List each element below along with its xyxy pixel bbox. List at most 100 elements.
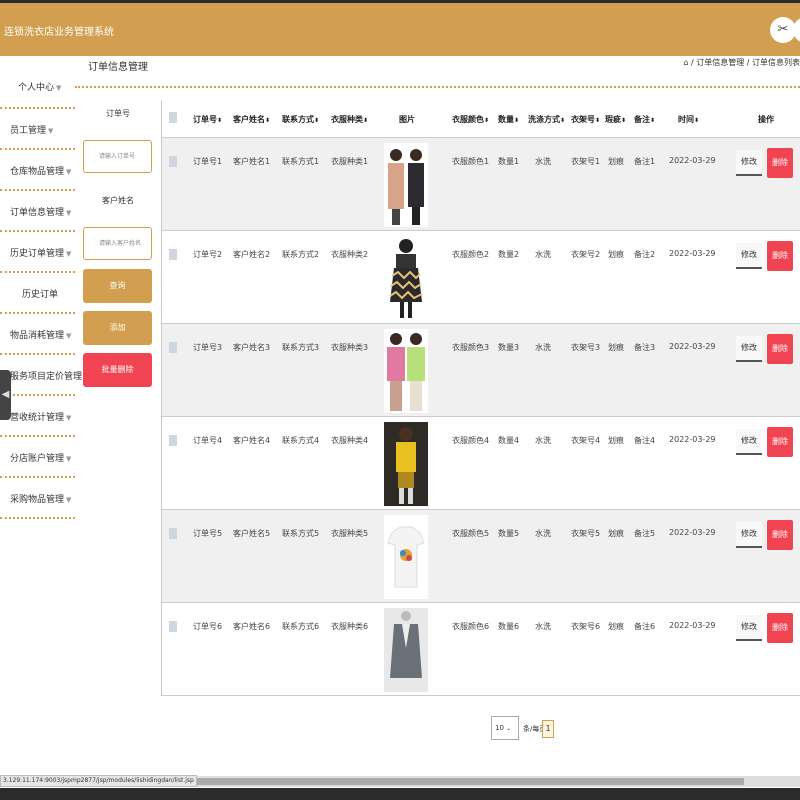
- sidebar-item-label: 分店账户管理: [10, 454, 65, 464]
- sort-icon[interactable]: ⬍: [560, 117, 565, 124]
- sort-icon[interactable]: ⬍: [484, 117, 489, 124]
- scrollbar-thumb[interactable]: [158, 778, 744, 785]
- delete-button[interactable]: 删除: [767, 334, 793, 364]
- user-icon[interactable]: ♙: [793, 17, 800, 43]
- row-checkbox[interactable]: [169, 156, 177, 167]
- sort-icon[interactable]: ⬍: [314, 117, 319, 124]
- sort-icon[interactable]: ⬍: [621, 117, 626, 124]
- row-checkbox[interactable]: [169, 621, 177, 632]
- edit-button[interactable]: 修改: [736, 243, 762, 269]
- order-search-input[interactable]: 请输入订单号: [83, 140, 152, 173]
- edit-button[interactable]: 修改: [736, 150, 762, 176]
- sidebar-item[interactable]: 服务项目定价管理▼: [0, 355, 89, 396]
- column-header-label: 衣服种类: [331, 115, 363, 124]
- sidebar-item[interactable]: 员工管理 ▼: [0, 109, 75, 150]
- column-header[interactable]: 订单号⬍: [193, 114, 222, 125]
- column-header[interactable]: 客户姓名⬍: [233, 114, 270, 125]
- breadcrumb: ⌂ / 订单信息管理 / 订单信息列表: [683, 57, 800, 68]
- row-checkbox[interactable]: [169, 435, 177, 446]
- sort-icon[interactable]: ⬍: [217, 117, 222, 124]
- delete-button[interactable]: 删除: [767, 241, 793, 271]
- sidebar-item-label: 员工管理: [10, 126, 47, 136]
- sort-icon[interactable]: ⬍: [363, 117, 368, 124]
- clothing-image: [384, 329, 428, 413]
- cell-wash: 水洗: [535, 343, 551, 352]
- cell-type: 衣服种类1: [331, 157, 369, 166]
- edit-button[interactable]: 修改: [736, 429, 762, 455]
- sidebar-item[interactable]: 营收统计管理 ▼: [0, 396, 75, 437]
- sidebar-item[interactable]: 个人中心 ▼: [0, 66, 75, 109]
- query-button[interactable]: 查询: [83, 269, 152, 303]
- cell-contact: 联系方式2: [282, 250, 320, 259]
- sort-icon[interactable]: ⬍: [265, 117, 270, 124]
- sidebar-item[interactable]: 历史订单管理 ▼: [0, 232, 75, 273]
- cell-contact: 联系方式5: [282, 529, 320, 538]
- add-button[interactable]: 添加: [83, 311, 152, 345]
- page-number[interactable]: 1: [542, 720, 554, 738]
- column-header: 图片: [399, 114, 415, 125]
- cell-name: 客户姓名1: [233, 157, 271, 166]
- cell-note: 备注2: [634, 250, 656, 259]
- sort-icon[interactable]: ⬍: [650, 117, 655, 124]
- cell-time: 2022-03-29: [669, 342, 716, 351]
- select-all-checkbox[interactable]: [169, 112, 177, 123]
- row-checkbox[interactable]: [169, 528, 177, 539]
- sidebar-item[interactable]: 订单信息管理 ▼: [0, 191, 75, 232]
- divider: [75, 86, 800, 88]
- batch-delete-button[interactable]: 批量删除: [83, 353, 152, 387]
- column-header[interactable]: 数量⬍: [498, 114, 519, 125]
- home-icon[interactable]: ⌂: [683, 58, 688, 67]
- cell-flaw: 划痕: [608, 529, 624, 538]
- delete-button[interactable]: 删除: [767, 613, 793, 643]
- page-size-select[interactable]: 10 ⌄: [491, 716, 519, 740]
- column-header[interactable]: 衣架号⬍: [571, 114, 600, 125]
- name-search-input[interactable]: 请输入客户姓名: [83, 227, 152, 260]
- cell-type: 衣服种类3: [331, 343, 369, 352]
- cell-name: 客户姓名6: [233, 622, 271, 631]
- sidebar-item-label: 订单信息管理: [10, 208, 65, 218]
- cell-order: 订单号6: [193, 622, 223, 631]
- row-checkbox[interactable]: [169, 249, 177, 260]
- edit-button[interactable]: 修改: [736, 615, 762, 641]
- sidebar-item[interactable]: 采购物品管理 ▼: [0, 478, 75, 519]
- sort-icon[interactable]: ⬍: [595, 117, 600, 124]
- cell-color: 衣服颜色1: [452, 157, 490, 166]
- row-checkbox[interactable]: [169, 342, 177, 353]
- cell-contact: 联系方式1: [282, 157, 320, 166]
- chevron-down-icon: ▼: [66, 332, 72, 340]
- sort-icon[interactable]: ⬍: [694, 117, 699, 124]
- column-header[interactable]: 衣服颜色⬍: [452, 114, 489, 125]
- cell-color: 衣服颜色4: [452, 436, 490, 445]
- column-header[interactable]: 时间⬍: [678, 114, 699, 125]
- delete-button[interactable]: 删除: [767, 148, 793, 178]
- sidebar-item[interactable]: 历史订单: [0, 273, 75, 314]
- cell-time: 2022-03-29: [669, 249, 716, 258]
- sidebar-collapse-handle[interactable]: ◀: [0, 370, 11, 420]
- cell-type: 衣服种类6: [331, 622, 369, 631]
- cell-order: 订单号4: [193, 436, 223, 445]
- cell-order: 订单号5: [193, 529, 223, 538]
- column-header[interactable]: 联系方式⬍: [282, 114, 319, 125]
- column-header[interactable]: 备注⬍: [634, 114, 655, 125]
- sidebar-item[interactable]: 物品消耗管理 ▼: [0, 314, 75, 355]
- cell-flaw: 划痕: [608, 157, 624, 166]
- sidebar-item-label: 仓库物品管理: [10, 167, 65, 177]
- sidebar-item[interactable]: 分店账户管理 ▼: [0, 437, 75, 478]
- table-row: 订单号2 客户姓名2 联系方式2 衣服种类2 衣服颜色2 数量2 水洗 衣架号2 划痕 备注2 20…: [162, 231, 800, 324]
- cell-type: 衣服种类5: [331, 529, 369, 538]
- cell-qty: 数量2: [498, 250, 520, 259]
- column-header[interactable]: 瑕疵⬍: [605, 114, 626, 125]
- column-header[interactable]: 洗涤方式⬍: [528, 114, 565, 125]
- edit-button[interactable]: 修改: [736, 522, 762, 548]
- sidebar-item[interactable]: 仓库物品管理 ▼: [0, 150, 75, 191]
- cell-name: 客户姓名4: [233, 436, 271, 445]
- column-header[interactable]: 衣服种类⬍: [331, 114, 368, 125]
- edit-button[interactable]: 修改: [736, 336, 762, 362]
- cell-flaw: 划痕: [608, 250, 624, 259]
- delete-button[interactable]: 删除: [767, 520, 793, 550]
- filter-panel: 订单号 请输入订单号 客户姓名 请输入客户姓名 查询 添加 批量删除: [83, 108, 153, 387]
- cell-contact: 联系方式4: [282, 436, 320, 445]
- delete-button[interactable]: 删除: [767, 427, 793, 457]
- table-row: 订单号6 客户姓名6 联系方式6 衣服种类6 衣服颜色6 数量6 水洗 衣架号6 划痕 备注6 20…: [162, 603, 800, 696]
- sort-icon[interactable]: ⬍: [514, 117, 519, 124]
